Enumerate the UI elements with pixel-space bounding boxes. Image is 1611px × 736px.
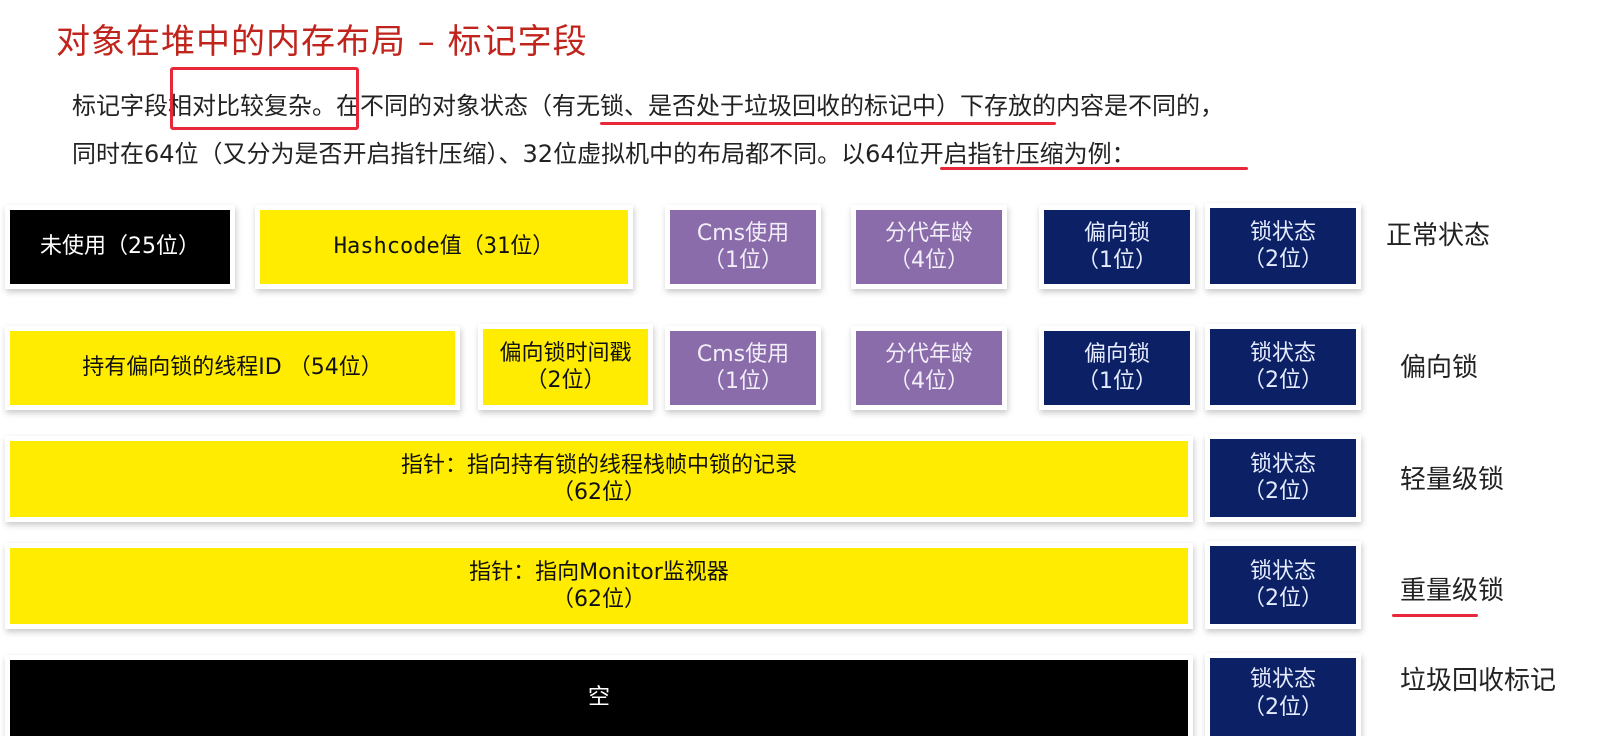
field-lock-state: 锁状态 （2位） — [1210, 208, 1356, 284]
field-biased-flag: 偏向锁 （1位） — [1044, 331, 1190, 405]
field-lock-state: 锁状态 （2位） — [1210, 439, 1356, 517]
highlight-underline — [600, 122, 1056, 125]
field-label: 锁状态 — [1249, 558, 1316, 584]
row-label: 轻量级锁 — [1400, 465, 1505, 495]
field-lock-state: 锁状态 （2位） — [1210, 329, 1356, 405]
field-label: 偏向锁 — [1083, 220, 1150, 246]
field-label: 分代年龄 — [884, 220, 973, 246]
highlight-box — [170, 67, 359, 130]
field-label: 分代年龄 — [884, 341, 973, 367]
field-lock-state: 锁状态 （2位） — [1210, 546, 1356, 624]
field-empty: 空 — [10, 660, 1188, 736]
field-bits: （2位） — [1243, 694, 1323, 720]
field-bits: （1位） — [703, 369, 783, 394]
field-label: 空 — [587, 685, 610, 711]
field-label: 持有偏向锁的线程ID （54位） — [82, 355, 383, 381]
field-hashcode: Hashcode值（31位） — [260, 210, 628, 284]
field-monitor-pointer: 指针：指向Monitor监视器 （62位） — [10, 548, 1188, 624]
field-label: 锁状态 — [1249, 219, 1316, 245]
field-bits: （4位） — [889, 369, 969, 394]
highlight-underline — [940, 167, 1248, 170]
field-bits: （2位） — [525, 368, 606, 393]
desc-text: 同时在64位（又分为是否开启指针压缩）、32位虚拟机中的布局都不同。 — [72, 140, 842, 168]
field-label: 指针：指向持有锁的线程栈帧中锁的记录 — [400, 452, 797, 478]
field-bits: （62位） — [552, 587, 646, 612]
field-label: 指针：指向Monitor监视器 — [469, 559, 729, 585]
field-bits: （1位） — [1077, 369, 1157, 394]
field-epoch: 偏向锁时间戳 （2位） — [483, 329, 648, 405]
field-label: 偏向锁时间戳 — [499, 340, 632, 366]
field-label: Hashcode值（31位） — [333, 234, 555, 260]
description-line-2: 同时在64位（又分为是否开启指针压缩）、32位虚拟机中的布局都不同。以64位开启… — [72, 134, 1136, 169]
field-bits: （2位） — [1243, 586, 1323, 611]
desc-underlined-text: 以64位开启指针压缩为例 — [841, 140, 1112, 168]
field-unused: 未使用（25位） — [10, 210, 230, 284]
desc-underlined-text: （有无锁、是否处于垃圾回收的标记中） — [528, 92, 960, 120]
field-cms: Cms使用 （1位） — [670, 210, 816, 284]
field-label: 偏向锁 — [1083, 341, 1150, 367]
field-biased-flag: 偏向锁 （1位） — [1044, 210, 1190, 284]
field-bits: （62位） — [552, 480, 646, 505]
field-lock-state: 锁状态 （2位） — [1210, 658, 1356, 736]
field-label: 锁状态 — [1249, 451, 1316, 477]
field-age: 分代年龄 （4位） — [856, 331, 1002, 405]
row-label: 垃圾回收标记 — [1400, 666, 1557, 696]
highlight-underline — [1392, 614, 1478, 617]
field-lock-record-pointer: 指针：指向持有锁的线程栈帧中锁的记录 （62位） — [10, 441, 1188, 517]
row-label: 重量级锁 — [1400, 576, 1505, 606]
field-bits: （2位） — [1243, 247, 1323, 272]
field-label: 锁状态 — [1249, 667, 1316, 692]
field-label: Cms使用 — [696, 220, 790, 246]
desc-text: 标记字段 — [72, 92, 168, 120]
row-label: 偏向锁 — [1400, 353, 1479, 383]
field-label: Cms使用 — [696, 341, 790, 367]
field-bits: （1位） — [1077, 248, 1157, 273]
field-bits: （2位） — [1243, 479, 1323, 504]
field-cms: Cms使用 （1位） — [670, 331, 816, 405]
field-thread-id: 持有偏向锁的线程ID （54位） — [10, 331, 455, 405]
field-bits: （4位） — [889, 248, 969, 273]
field-label: 锁状态 — [1249, 340, 1316, 366]
field-bits: （1位） — [703, 248, 783, 273]
desc-text: ： — [1111, 140, 1136, 168]
desc-text: 下存放的内容是不同的， — [960, 92, 1224, 120]
field-label: 未使用（25位） — [40, 234, 200, 260]
row-label: 正常状态 — [1386, 221, 1491, 251]
field-bits: （2位） — [1243, 368, 1323, 393]
page-title: 对象在堆中的内存布局 – 标记字段 — [56, 22, 588, 62]
field-age: 分代年龄 （4位） — [856, 210, 1002, 284]
